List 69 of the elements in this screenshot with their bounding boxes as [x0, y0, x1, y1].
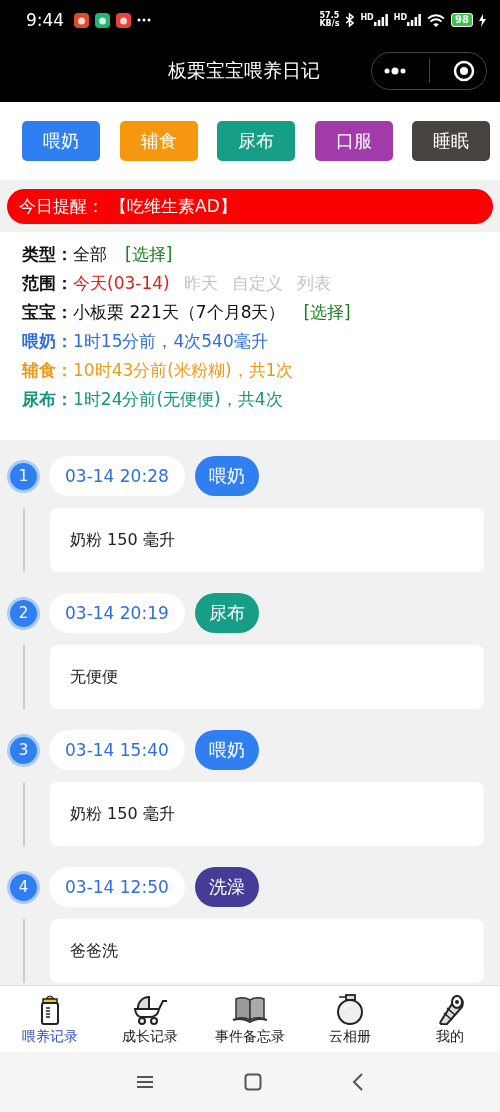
tab-label: 云相册: [329, 1028, 371, 1046]
menu-icon[interactable]: [136, 1075, 154, 1089]
app-notification-icon: [116, 12, 132, 28]
tab-item[interactable]: 喂养记录: [0, 992, 100, 1046]
tab-label: 事件备忘录: [215, 1028, 285, 1046]
reminder-text: 【吃维生素AD】: [110, 194, 237, 218]
info-label: 辅食：: [22, 359, 73, 382]
signal-icon: [407, 14, 422, 26]
app-notification-icon: [74, 12, 90, 28]
index-badge: 2: [10, 599, 37, 627]
app-notification-icon: [95, 12, 111, 28]
bluetooth-icon: [345, 13, 355, 27]
tab-label: 我的: [436, 1028, 464, 1046]
home-icon[interactable]: [244, 1073, 262, 1091]
tab-item[interactable]: 事件备忘录: [200, 992, 300, 1046]
record-time: 03-14 20:28: [49, 456, 185, 496]
record-time: 03-14 15:40: [49, 730, 185, 770]
jar-icon: [336, 993, 364, 1025]
open-book-icon: [232, 995, 268, 1023]
select-link[interactable]: [选择]: [303, 301, 351, 324]
page-title: 板栗宝宝喂养日记: [167, 58, 320, 83]
info-value: 1时24分前(无便便)，共4次: [73, 388, 283, 411]
info-value: 小板栗 221天（7个月8天）: [73, 301, 286, 324]
signal-icon: [373, 14, 388, 26]
category-button[interactable]: 睡眠: [412, 121, 490, 161]
signal-label: HD: [393, 14, 408, 22]
index-badge: 1: [10, 462, 37, 490]
info-value: 全部: [73, 243, 107, 266]
info-value: 10时43分前(米粉糊)，共1次: [73, 359, 294, 382]
tab-item[interactable]: 成长记录: [100, 992, 200, 1046]
tab-label: 成长记录: [122, 1028, 178, 1046]
index-badge: 3: [10, 736, 37, 764]
info-label: 尿布：: [22, 388, 73, 411]
record-note: 爸爸洗: [50, 919, 484, 983]
network-speed: 57.5: [319, 12, 340, 20]
info-label: 宝宝：: [22, 301, 73, 324]
clock-time: 9:44: [26, 10, 65, 30]
battery-level: 98: [455, 15, 469, 25]
more-notifications-icon: [137, 18, 152, 22]
record-type-tag: 喂奶: [194, 730, 259, 770]
info-label: 类型：: [22, 243, 73, 266]
category-button[interactable]: 口服: [314, 121, 393, 161]
record-note: 无便便: [50, 645, 484, 709]
tab-item[interactable]: 我的: [400, 992, 500, 1046]
stroller-icon: [132, 993, 168, 1025]
reminder-label: 今日提醒：: [19, 194, 104, 218]
more-icon[interactable]: [383, 67, 408, 75]
index-badge: 4: [10, 873, 37, 901]
info-value: 1时15分前，4次540毫升: [73, 330, 268, 353]
record-note: 奶粉 150 毫升: [50, 508, 484, 572]
tab-item[interactable]: 云相册: [300, 992, 400, 1046]
charging-icon: [479, 13, 486, 27]
select-link[interactable]: [选择]: [125, 243, 173, 266]
wifi-icon: [427, 13, 446, 27]
back-icon[interactable]: [352, 1073, 364, 1091]
record-type-tag: 洗澡: [194, 867, 259, 907]
info-label: 喂奶：: [22, 330, 73, 353]
record-type-tag: 尿布: [194, 593, 259, 633]
signal-label: HD: [360, 14, 374, 22]
record-time: 03-14 20:19: [49, 593, 185, 633]
record-time: 03-14 12:50: [49, 867, 185, 907]
category-button[interactable]: 喂奶: [22, 121, 100, 161]
record-type-tag: 喂奶: [194, 456, 259, 496]
category-button[interactable]: 尿布: [217, 121, 295, 161]
record-note: 奶粉 150 毫升: [50, 782, 484, 846]
range-option[interactable]: 今天(03-14): [73, 272, 170, 295]
network-speed-unit: KB/s: [319, 20, 340, 28]
tab-label: 喂养记录: [22, 1028, 78, 1046]
info-label: 范围：: [22, 272, 73, 295]
